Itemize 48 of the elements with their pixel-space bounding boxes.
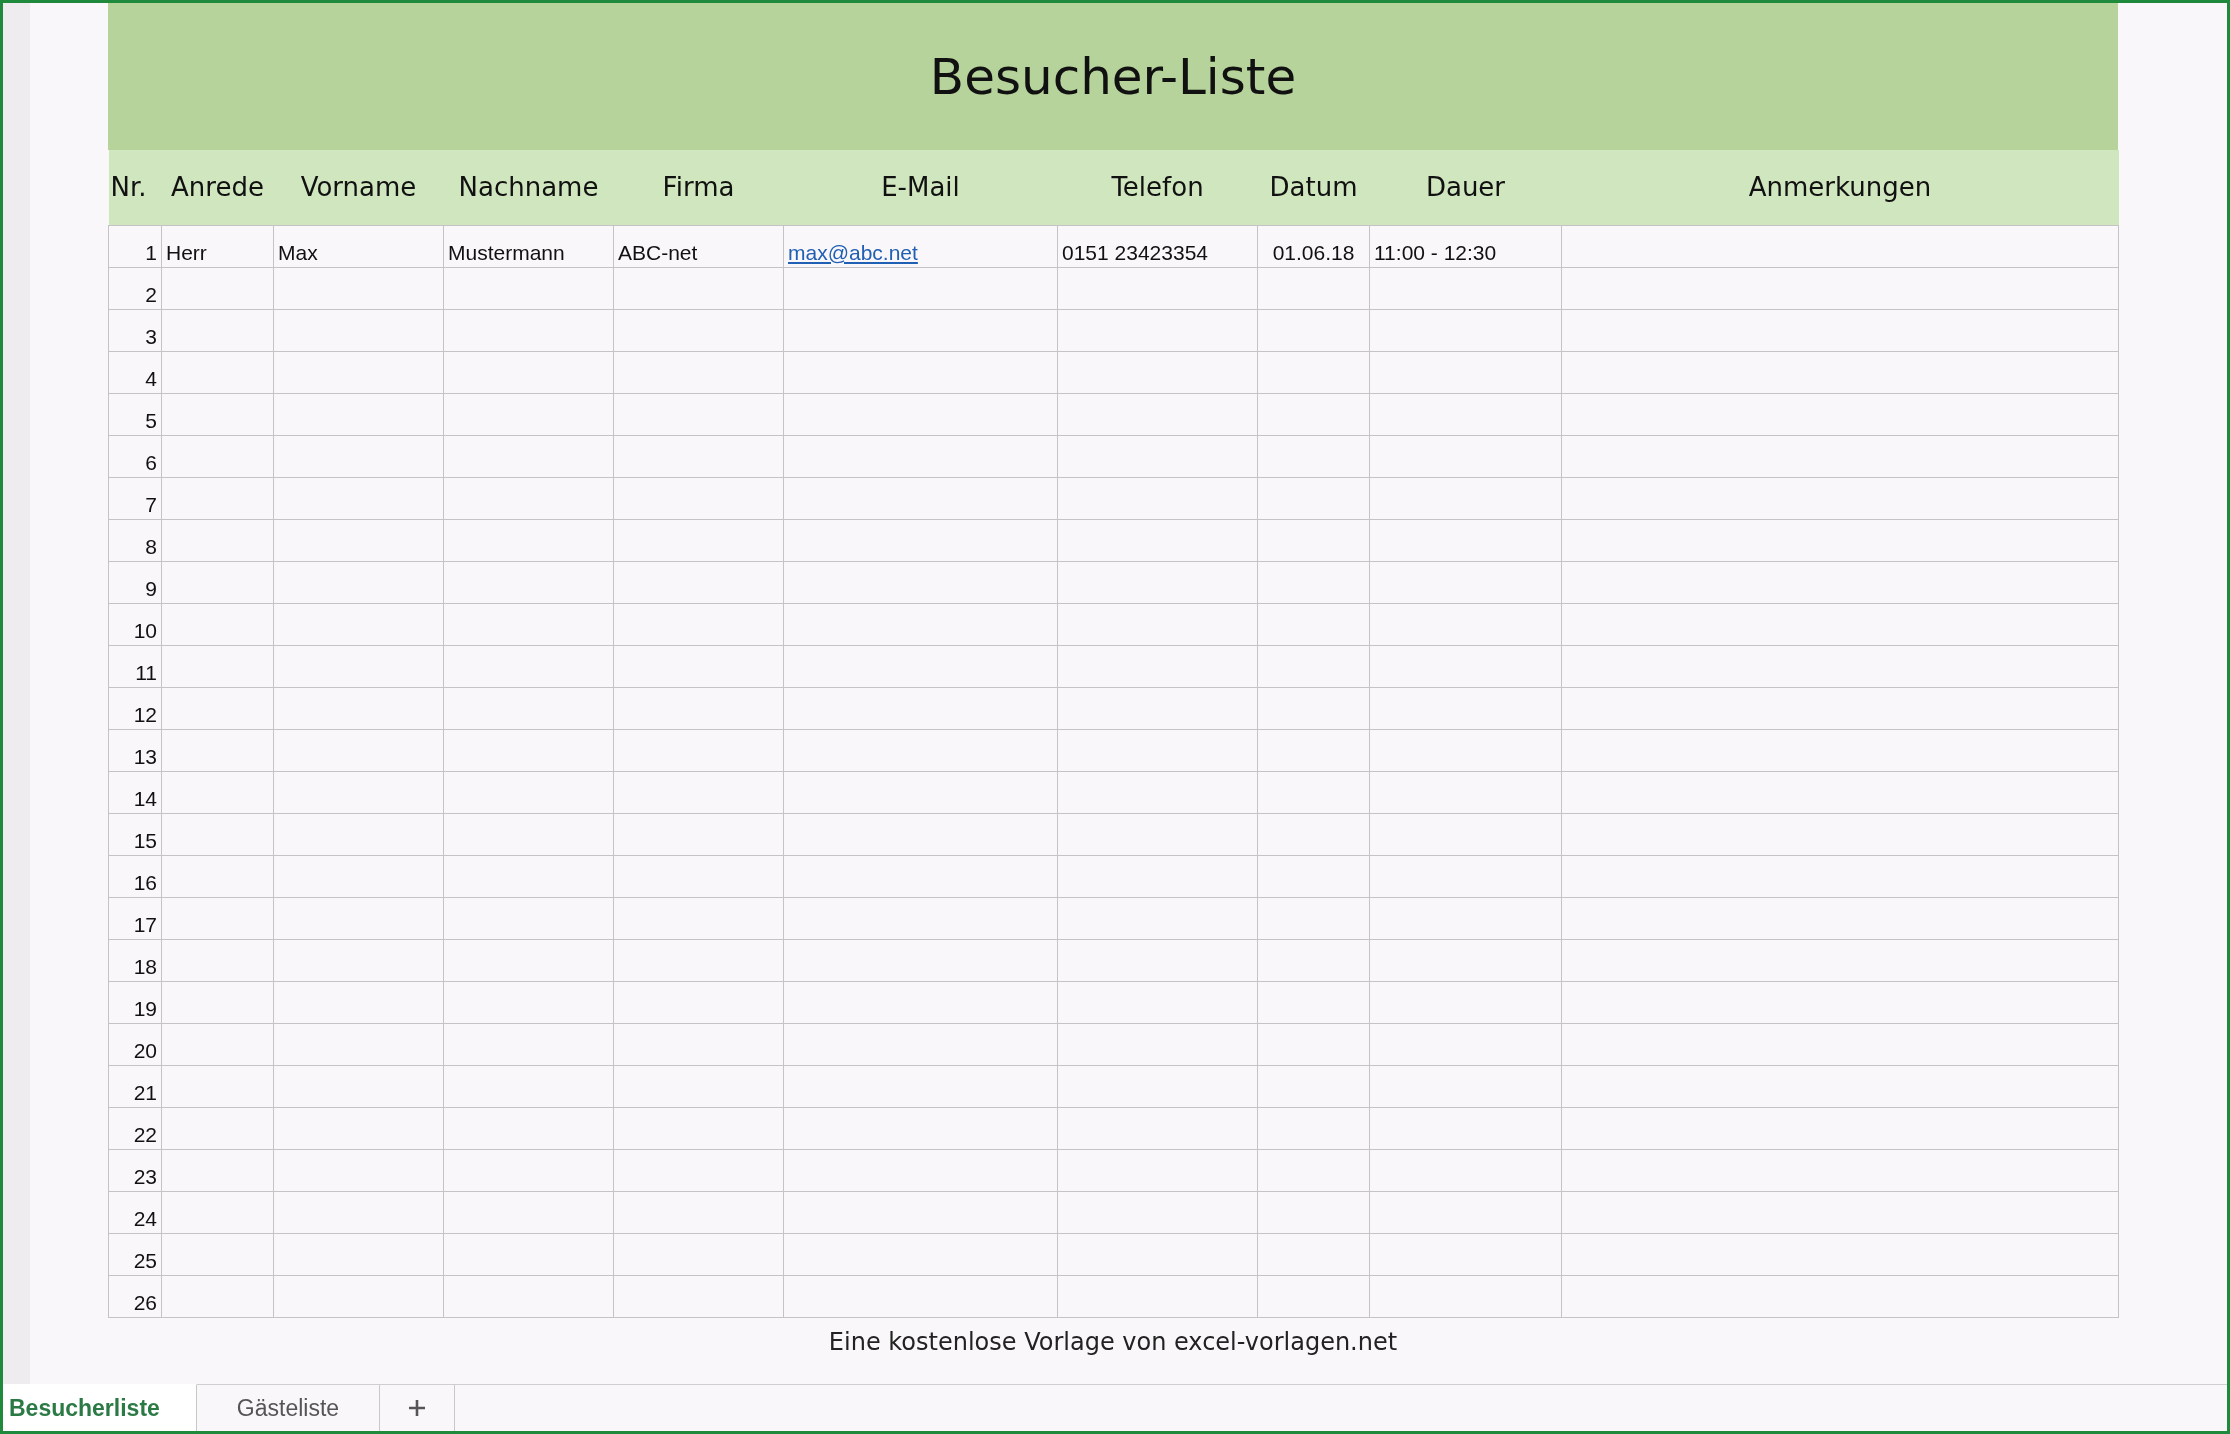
row-number: 17	[133, 912, 157, 936]
column-header: Nr.	[108, 150, 162, 225]
row-number: 25	[133, 1248, 157, 1272]
cell-text: 01.06.18	[1272, 240, 1355, 264]
cell-text: Max	[278, 240, 318, 264]
row-number: 19	[133, 996, 157, 1020]
row-number: 6	[145, 450, 157, 474]
sheet-tab[interactable]: Gästeliste	[196, 1385, 381, 1431]
column-header: E-Mail	[783, 150, 1058, 225]
row-number: 23	[133, 1164, 157, 1188]
column-header: Datum	[1257, 150, 1370, 225]
cell-text: 11:00 - 12:30	[1374, 240, 1497, 264]
column-header: Vorname	[273, 150, 444, 225]
column-header: Telefon	[1057, 150, 1258, 225]
row-number: 7	[145, 492, 157, 516]
row-number: 11	[135, 660, 157, 684]
cell-text: Mustermann	[448, 240, 565, 264]
row-number: 12	[133, 702, 157, 726]
row-number: 9	[145, 576, 157, 600]
plus-icon	[407, 1398, 428, 1418]
column-header: Nachname	[443, 150, 614, 225]
row-number: 13	[133, 744, 157, 768]
column-header: Dauer	[1369, 150, 1562, 225]
row-number: 3	[145, 324, 157, 348]
column-header: Anmerkungen	[1561, 150, 2119, 225]
row-number: 24	[133, 1206, 157, 1230]
row-number: 26	[133, 1290, 157, 1314]
footer-note: Eine kostenlose Vorlage von excel-vorlagen.net	[828, 1327, 1398, 1356]
row-number: 10	[133, 618, 157, 642]
cell-text: ABC-net	[618, 240, 698, 264]
sheet-title: Besucher-Liste	[929, 47, 1297, 106]
row-number: 16	[133, 870, 157, 894]
row-number: 1	[145, 240, 157, 264]
row-number: 4	[145, 366, 157, 390]
row-number: 2	[145, 282, 157, 306]
sheet-tab[interactable]: Besucherliste	[3, 1384, 197, 1431]
row-number: 5	[145, 408, 157, 432]
row-number: 18	[133, 954, 157, 978]
cell-text: 0151 23423354	[1062, 240, 1208, 264]
column-header: Firma	[613, 150, 784, 225]
cell-text: Herr	[166, 240, 207, 264]
row-number: 20	[133, 1038, 157, 1062]
row-number: 15	[133, 828, 157, 852]
row-number: 14	[133, 786, 157, 810]
row-number: 22	[133, 1122, 157, 1146]
column-header: Anrede	[161, 150, 274, 225]
row-number: 21	[133, 1080, 157, 1104]
row-number: 8	[145, 534, 157, 558]
